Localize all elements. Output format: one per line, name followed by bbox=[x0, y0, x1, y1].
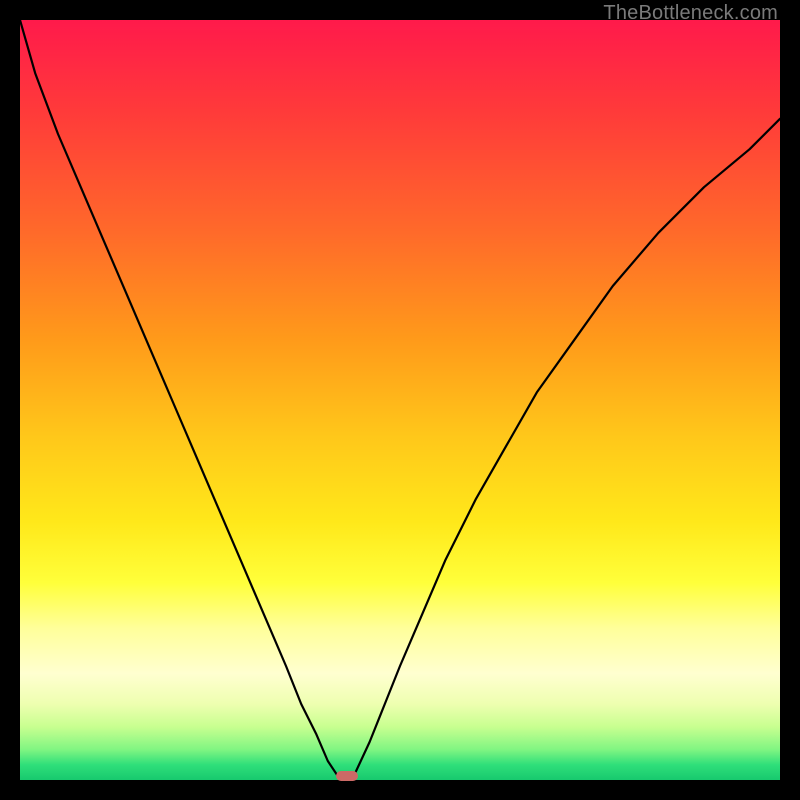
chart-stage: TheBottleneck.com bbox=[0, 0, 800, 800]
optimal-marker bbox=[336, 771, 358, 781]
chart-gradient-area bbox=[20, 20, 780, 780]
watermark-text: TheBottleneck.com bbox=[603, 2, 778, 25]
